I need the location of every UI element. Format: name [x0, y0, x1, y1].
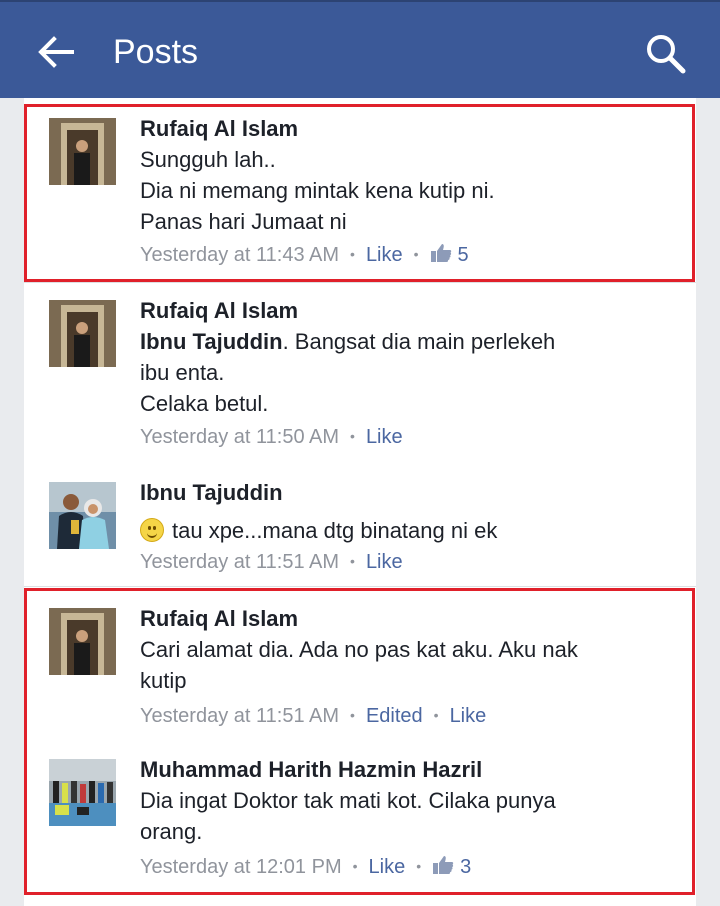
comment-line: Cari alamat dia. Ada no pas kat aku. Aku…	[140, 637, 578, 662]
avatar[interactable]	[49, 300, 116, 367]
thumbs-up-icon	[433, 856, 454, 874]
avatar[interactable]	[49, 608, 116, 675]
back-button[interactable]	[36, 34, 76, 70]
timestamp[interactable]: Yesterday at 11:51 AM	[140, 705, 339, 727]
separator-dot: •	[413, 246, 419, 262]
comment-line-text: . Bangsat dia main perlekeh	[282, 329, 556, 354]
like-button[interactable]: Like	[450, 705, 487, 727]
like-button[interactable]: Like	[366, 244, 403, 266]
comment-line: Celaka betul.	[140, 391, 269, 416]
comment-text: tau xpe...mana dtg binatang ni ek	[140, 515, 680, 546]
mention-link[interactable]: Ibnu Tajuddin	[140, 329, 283, 354]
separator-dot: •	[350, 707, 355, 723]
like-button[interactable]: Like	[366, 551, 403, 573]
comment-text: Ibnu Tajuddin. Bangsat dia main perlekeh…	[140, 326, 680, 419]
avatar[interactable]	[49, 118, 116, 185]
comment-meta: Yesterday at 11:43 AM • Like • 5	[140, 241, 680, 270]
like-button[interactable]: Like	[369, 856, 406, 878]
comment-text: Dia ingat Doktor tak mati kot. Cilaka pu…	[140, 785, 680, 847]
app-bar: Posts	[0, 0, 720, 98]
separator-dot: •	[433, 707, 439, 723]
comment-author[interactable]: Rufaiq Al Islam	[140, 604, 680, 634]
comment-text: Sungguh lah.. Dia ni memang mintak kena …	[140, 144, 680, 237]
comment-meta: Yesterday at 12:01 PM • Like • 3	[140, 853, 680, 882]
timestamp[interactable]: Yesterday at 11:50 AM	[140, 426, 339, 448]
separator-dot: •	[350, 246, 355, 262]
comment-author[interactable]: Rufaiq Al Islam	[140, 114, 680, 144]
avatar[interactable]	[49, 482, 116, 549]
comment-text: Cari alamat dia. Ada no pas kat aku. Aku…	[140, 634, 680, 696]
comment-line: kutip	[140, 668, 187, 693]
divider	[24, 586, 696, 587]
comment-meta: Yesterday at 11:50 AM • Like	[140, 423, 680, 452]
comment-list: Rufaiq Al Islam Sungguh lah.. Dia ni mem…	[24, 98, 696, 906]
timestamp[interactable]: Yesterday at 11:43 AM	[140, 244, 339, 266]
comment-line: Panas hari Jumaat ni	[140, 209, 347, 234]
edited-link[interactable]: Edited	[366, 705, 423, 727]
comment-line: orang.	[140, 819, 203, 844]
page-title: Posts	[113, 33, 199, 71]
like-button[interactable]: Like	[366, 426, 403, 448]
comment-meta: Yesterday at 11:51 AM • Edited • Like	[140, 702, 680, 731]
comment-line: tau xpe...mana dtg binatang ni ek	[172, 518, 498, 543]
comment-author[interactable]: Ibnu Tajuddin	[140, 478, 680, 508]
smile-emoji-icon	[140, 518, 164, 542]
like-count[interactable]: 3	[432, 856, 471, 878]
timestamp[interactable]: Yesterday at 12:01 PM	[140, 856, 342, 878]
like-count-value: 3	[460, 856, 472, 878]
search-icon	[647, 35, 686, 74]
comment-meta: Yesterday at 11:51 AM • Like	[140, 548, 680, 577]
like-count-value: 5	[457, 244, 469, 266]
timestamp[interactable]: Yesterday at 11:51 AM	[140, 551, 339, 573]
comment-author[interactable]: Rufaiq Al Islam	[140, 296, 680, 326]
comment-line: Dia ni memang mintak kena kutip ni.	[140, 178, 495, 203]
comment-line: Sungguh lah..	[140, 147, 276, 172]
divider	[24, 282, 696, 283]
comment-line: ibu enta.	[140, 360, 225, 385]
comment-author[interactable]: Muhammad Harith Hazmin Hazril	[140, 755, 680, 785]
separator-dot: •	[350, 553, 355, 569]
avatar[interactable]	[49, 759, 116, 826]
separator-dot: •	[352, 858, 358, 874]
comment-line: Dia ingat Doktor tak mati kot. Cilaka pu…	[140, 788, 556, 813]
comment-line: Ibnu Tajuddin. Bangsat dia main perlekeh	[140, 326, 680, 357]
thumbs-up-icon	[430, 244, 451, 262]
arrow-left-icon	[38, 36, 74, 68]
like-count[interactable]: 5	[430, 244, 469, 266]
separator-dot: •	[350, 428, 355, 444]
separator-dot: •	[416, 858, 422, 874]
search-button[interactable]	[644, 32, 688, 76]
